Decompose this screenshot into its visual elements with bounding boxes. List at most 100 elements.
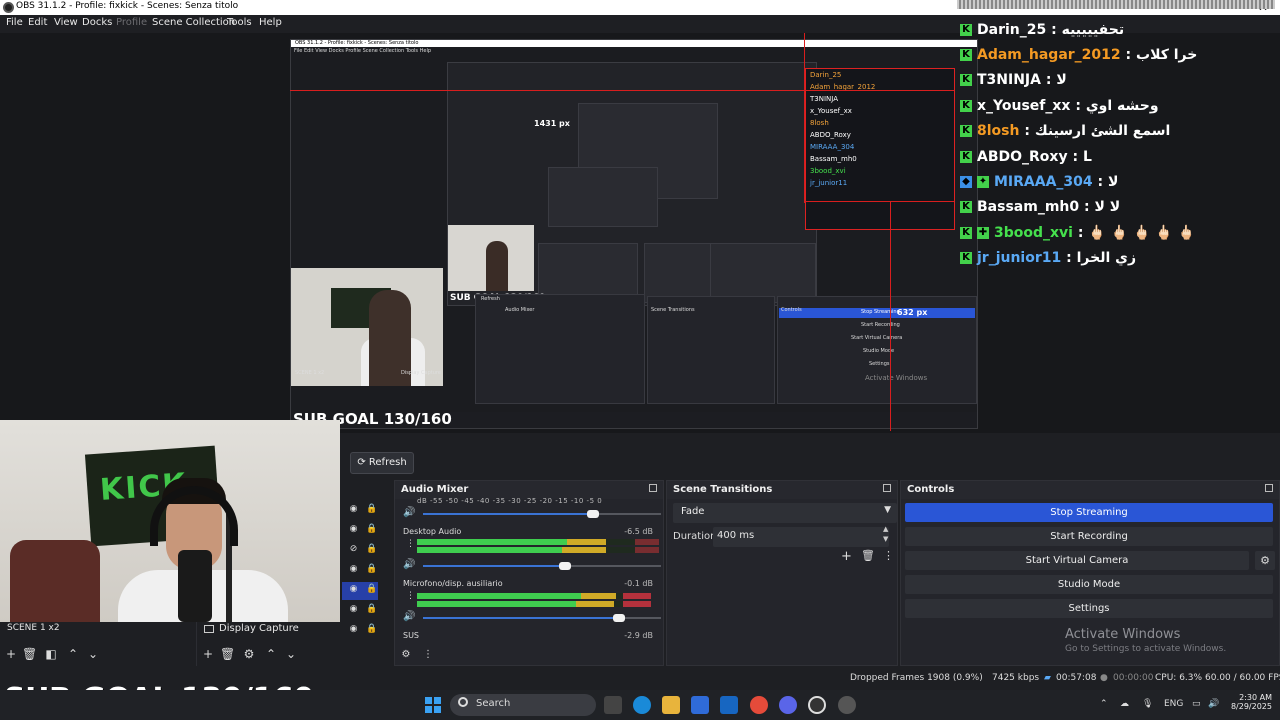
lock-icon[interactable]: 🔒 (366, 524, 377, 535)
add-scene-button[interactable]: + (4, 646, 18, 662)
eye-icon[interactable]: ◉ (348, 504, 359, 515)
stream-icon: ▰ (1044, 673, 1051, 683)
badge-icon: ◆ (960, 176, 972, 188)
discord-icon[interactable] (779, 696, 797, 714)
window-title: OBS 31.1.2 - Profile: fixkick - Scenes: … (16, 1, 239, 11)
popout-icon[interactable] (649, 484, 657, 492)
chrome-icon[interactable] (750, 696, 768, 714)
edge-icon[interactable] (633, 696, 651, 714)
menu-docks[interactable]: Docks (82, 17, 112, 28)
add-transition-button[interactable]: + (841, 549, 852, 564)
menu-tools[interactable]: Tools (227, 17, 252, 28)
scene-item[interactable]: SCENE 1 x2 (0, 622, 196, 635)
lock-icon[interactable]: 🔒 (366, 584, 377, 595)
file-explorer-icon[interactable] (662, 696, 680, 714)
scene-filters-button[interactable]: ◧ (44, 646, 58, 662)
transition-menu-icon[interactable]: ⋮ (883, 549, 894, 562)
cpu-usage: CPU: 6.3% (1155, 673, 1203, 683)
speaker-icon[interactable]: 🔊 (403, 507, 415, 518)
tray-chevron-icon[interactable]: ⌃ (1100, 699, 1108, 709)
activate-windows-sub: Go to Settings to activate Windows. (1065, 644, 1227, 654)
source-down-button[interactable]: ⌄ (284, 646, 298, 662)
spin-down-icon[interactable]: ▼ (883, 535, 888, 543)
start-recording-button[interactable]: Start Recording (905, 527, 1273, 546)
eye-icon[interactable]: ◉ (348, 564, 359, 575)
nested-docks: 632 px Refresh Audio Mixer Scene Transit… (291, 286, 977, 416)
move-down-button[interactable]: ⌄ (86, 646, 100, 662)
lock-icon[interactable]: 🔒 (366, 504, 377, 515)
mic-tray-icon[interactable]: 🎙 (1142, 699, 1153, 709)
mixer-settings-icon[interactable]: ⚙ (399, 647, 413, 663)
taskbar-search[interactable]: Search (450, 694, 596, 716)
source-up-button[interactable]: ⌃ (264, 646, 278, 662)
lock-icon[interactable]: 🔒 (366, 604, 377, 615)
nested-refresh: Refresh (481, 296, 500, 302)
remove-scene-button[interactable]: 🗑 (22, 646, 37, 662)
transition-select[interactable]: Fade ▼ (673, 503, 897, 523)
popout-icon[interactable] (1265, 484, 1273, 492)
level-meter (417, 539, 659, 545)
virtual-camera-settings-icon[interactable]: ⚙ (1255, 551, 1275, 570)
spin-up-icon[interactable]: ▲ (883, 525, 888, 533)
eye-icon[interactable]: ◉ (348, 604, 359, 615)
menu-scene-collection[interactable]: Scene Collection (152, 17, 235, 28)
volume-icon[interactable]: 🔊 (1208, 699, 1219, 709)
lock-icon[interactable]: 🔒 (366, 544, 377, 555)
menu-profile[interactable]: Profile (116, 17, 147, 28)
channel-name: SUS (403, 631, 420, 640)
nested-title: OBS 31.1.2 - Profile: fixkick - Scenes: … (291, 40, 977, 47)
duration-input[interactable]: 400 ms (713, 527, 889, 547)
taskbar-clock[interactable]: 2:30 AM 8/29/2025 (1222, 693, 1272, 711)
language-indicator[interactable]: ENG (1164, 699, 1183, 709)
mixer-menu-icon[interactable]: ⋮ (421, 647, 435, 663)
record-icon: ● (1100, 673, 1108, 683)
settings-button[interactable]: Settings (905, 599, 1273, 618)
store-icon[interactable] (691, 696, 709, 714)
menu-edit[interactable]: Edit (28, 17, 47, 28)
eye-hidden-icon[interactable]: ⊘ (348, 544, 359, 555)
eye-icon[interactable]: ◉ (348, 524, 359, 535)
source-visibility-column: ◉ 🔒 ◉ 🔒 ⊘ 🔒 ◉ 🔒 ◉ 🔒 ◉ 🔒 ◉ 🔒 (340, 480, 392, 642)
move-up-button[interactable]: ⌃ (66, 646, 80, 662)
search-icon (458, 697, 468, 707)
settings-taskbar-icon[interactable] (838, 696, 856, 714)
kick-badge-icon: K (960, 49, 972, 61)
start-virtual-camera-button[interactable]: Start Virtual Camera (905, 551, 1249, 570)
outlook-icon[interactable] (720, 696, 738, 714)
refresh-button[interactable]: ⟳ Refresh (350, 452, 414, 474)
transitions-title: Scene Transitions (673, 484, 773, 495)
chat-line: K ✚ 3bood_xvi : 🖕🏻 🖕🏻 🖕🏻 🖕🏻 🖕🏻 (960, 225, 1195, 247)
eye-icon[interactable]: ◉ (348, 584, 359, 595)
menu-file[interactable]: File (6, 17, 23, 28)
network-icon[interactable]: ▭ (1192, 699, 1201, 709)
add-source-button[interactable]: + (201, 646, 215, 662)
eye-icon[interactable]: ◉ (348, 624, 359, 635)
lock-icon[interactable]: 🔒 (366, 564, 377, 575)
nested-webcam (448, 225, 534, 291)
obs-taskbar-icon[interactable] (808, 696, 826, 714)
channel-menu-icon[interactable]: ⋮ (406, 539, 415, 549)
speaker-icon[interactable]: 🔊 (403, 611, 415, 622)
studio-mode-button[interactable]: Studio Mode (905, 575, 1273, 594)
remove-transition-button[interactable]: 🗑 (861, 549, 875, 562)
lock-icon[interactable]: 🔒 (366, 624, 377, 635)
speaker-icon[interactable]: 🔊 (403, 559, 415, 570)
windows-start-icon[interactable] (425, 697, 441, 713)
monitor-icon (204, 625, 214, 633)
bitrate: 7425 kbps (992, 673, 1040, 683)
remove-source-button[interactable]: 🗑 (220, 646, 235, 662)
task-view-icon[interactable] (604, 696, 622, 714)
fps: 60.00 / 60.00 FPS (1205, 673, 1280, 683)
chat-line: Kjr_junior11 : زي الخرا (960, 250, 1136, 272)
channel-menu-icon[interactable]: ⋮ (406, 591, 415, 601)
menu-help[interactable]: Help (259, 17, 282, 28)
cloud-icon[interactable]: ☁ (1120, 699, 1129, 709)
popout-icon[interactable] (883, 484, 891, 492)
source-settings-button[interactable]: ⚙ (242, 646, 256, 662)
kick-badge-icon: K (960, 252, 972, 264)
nested-start-rec: Start Recording (861, 322, 900, 328)
stop-streaming-button[interactable]: Stop Streaming (905, 503, 1273, 522)
nested-obs-capture: OBS 31.1.2 - Profile: fixkick - Scenes: … (290, 39, 978, 429)
menu-view[interactable]: View (54, 17, 78, 28)
guide-line (804, 33, 805, 203)
